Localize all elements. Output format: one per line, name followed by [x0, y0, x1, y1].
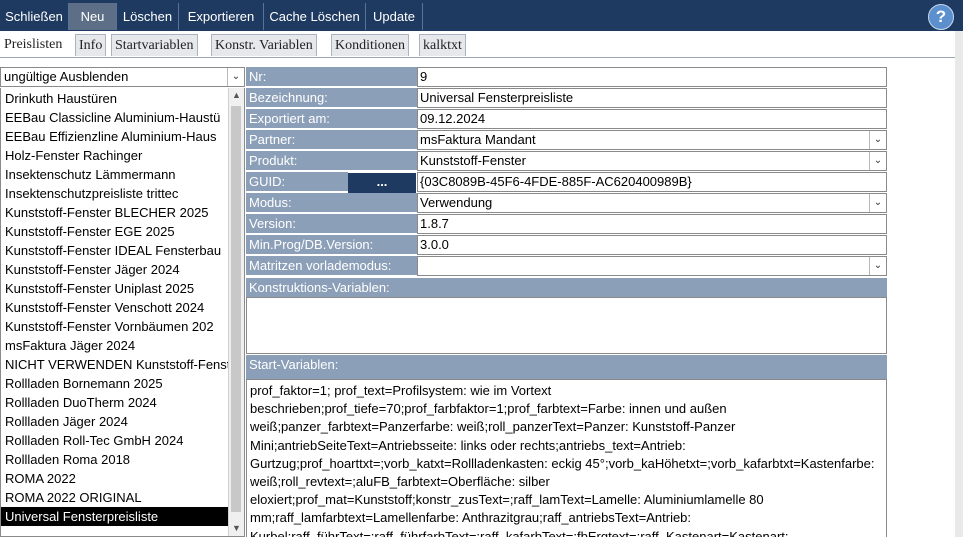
exportiert-field[interactable]: 09.12.2024 — [417, 109, 887, 129]
start-variablen-header: Start-Variablen: — [246, 355, 887, 379]
list-item[interactable]: Drinkuth Haustüren — [1, 89, 229, 108]
list-item[interactable]: Insektenschutz Lämmermann — [1, 165, 229, 184]
list-item[interactable]: Holz-Fenster Rachinger — [1, 146, 229, 165]
list-item[interactable]: ROMA 2022 ORIGINAL — [1, 488, 229, 507]
list-item[interactable]: ROMA 2022 — [1, 469, 229, 488]
tab-kalktxt[interactable]: kalktxt — [419, 34, 466, 56]
version-field[interactable]: 1.8.7 — [417, 214, 887, 234]
partner-label: Partner: — [246, 130, 417, 150]
modus-value: Verwendung — [420, 195, 493, 210]
list-item[interactable]: msFaktura Jäger 2024 — [1, 336, 229, 355]
filter-select[interactable]: ungültige Ausblenden ⌄ — [0, 67, 245, 87]
tab-info[interactable]: Info — [75, 34, 107, 56]
list-item[interactable]: Rollladen Jäger 2024 — [1, 412, 229, 431]
exportiert-label: Exportiert am: — [246, 109, 417, 129]
produkt-select[interactable]: Kunststoff-Fenster ⌄ — [417, 151, 887, 171]
tab-preislisten[interactable]: Preislisten — [0, 33, 67, 57]
close-button[interactable]: Schließen — [0, 3, 69, 30]
list-items: Drinkuth Haustüren EEBau Classicline Alum… — [1, 88, 244, 526]
version-label: Version: — [246, 214, 417, 234]
scroll-thumb[interactable] — [231, 106, 241, 512]
tab-konditionen[interactable]: Konditionen — [331, 34, 409, 56]
konstruktions-variablen-textarea[interactable] — [246, 297, 887, 354]
list-item[interactable]: Kunststoff-Fenster IDEAL Fensterbau — [1, 241, 229, 260]
toolbar: Schließen Neu Löschen Exportieren Cache … — [0, 0, 963, 31]
min-prog-label: Min.Prog/DB.Version: — [246, 235, 417, 255]
export-button[interactable]: Exportieren — [179, 3, 264, 30]
list-item[interactable]: Kunststoff-Fenster Vornbäumen 202 — [1, 317, 229, 336]
tab-startvariablen[interactable]: Startvariablen — [111, 34, 198, 56]
guid-field[interactable]: {03C8089B-45F6-4FDE-885F-AC620400989B} — [417, 172, 887, 192]
scroll-up-icon[interactable]: ▲ — [229, 88, 244, 103]
chevron-down-icon[interactable]: ⌄ — [869, 152, 886, 170]
matrizen-label: Matritzen vorlademodus: — [246, 256, 417, 276]
list-item[interactable]: Kunststoff-Fenster BLECHER 2025 — [1, 203, 229, 222]
clear-cache-button[interactable]: Cache Löschen — [264, 3, 366, 30]
list-item[interactable]: Rollladen Roma 2018 — [1, 450, 229, 469]
chevron-down-icon[interactable]: ⌄ — [227, 68, 244, 86]
nr-field[interactable]: 9 — [417, 67, 887, 87]
chevron-down-icon[interactable]: ⌄ — [869, 194, 886, 212]
list-scrollbar[interactable]: ▲ ▼ — [228, 88, 244, 536]
right-scrollbar-edge — [955, 31, 963, 537]
min-prog-field[interactable]: 3.0.0 — [417, 235, 887, 255]
matrizen-select[interactable]: ⌄ — [417, 256, 887, 276]
list-item[interactable]: Kunststoff-Fenster Jäger 2024 — [1, 260, 229, 279]
list-item[interactable]: Rollladen Bornemann 2025 — [1, 374, 229, 393]
tab-bar: Preislisten Info Startvariablen Konstr. … — [0, 31, 963, 58]
new-button[interactable]: Neu — [69, 3, 117, 30]
modus-label: Modus: — [246, 193, 417, 213]
list-item[interactable]: Kunststoff-Fenster Uniplast 2025 — [1, 279, 229, 298]
chevron-down-icon[interactable]: ⌄ — [869, 257, 886, 275]
nr-label: Nr: — [246, 67, 417, 87]
start-variablen-text: prof_faktor=1; prof_text=Profilsystem: w… — [250, 383, 875, 537]
list-item[interactable]: Kunststoff-Fenster Venschott 2024 — [1, 298, 229, 317]
start-variablen-textarea[interactable]: prof_faktor=1; prof_text=Profilsystem: w… — [246, 379, 887, 537]
partner-select[interactable]: msFaktura Mandant ⌄ — [417, 130, 887, 150]
chevron-down-icon[interactable]: ⌄ — [869, 131, 886, 149]
filter-value: ungültige Ausblenden — [4, 69, 129, 84]
bezeichnung-label: Bezeichnung: — [246, 88, 417, 108]
update-button[interactable]: Update — [366, 3, 423, 30]
list-item[interactable]: Rollladen Roll-Tec GmbH 2024 — [1, 431, 229, 450]
price-list[interactable]: Drinkuth Haustüren EEBau Classicline Alum… — [0, 88, 245, 537]
modus-select[interactable]: Verwendung ⌄ — [417, 193, 887, 213]
list-item[interactable]: NICHT VERWENDEN Kunststoff-Fenst — [1, 355, 229, 374]
tab-konstr-variablen[interactable]: Konstr. Variablen — [211, 34, 317, 56]
list-item[interactable]: Rollladen DuoTherm 2024 — [1, 393, 229, 412]
help-icon[interactable]: ? — [928, 4, 954, 30]
konstruktions-variablen-header: Konstruktions-Variablen: — [246, 278, 887, 298]
list-item[interactable]: EEBau Effizienzline Aluminium-Haus — [1, 127, 229, 146]
partner-value: msFaktura Mandant — [420, 132, 536, 147]
produkt-value: Kunststoff-Fenster — [420, 153, 526, 168]
generate-guid-button[interactable]: ... — [348, 173, 416, 193]
scroll-down-icon[interactable]: ▼ — [229, 521, 244, 536]
list-item[interactable]: EEBau Classicline Aluminium-Haustü — [1, 108, 229, 127]
list-item[interactable]: Kunststoff-Fenster EGE 2025 — [1, 222, 229, 241]
list-item[interactable]: Universal Fensterpreisliste — [1, 507, 229, 526]
bezeichnung-field[interactable]: Universal Fensterpreisliste — [417, 88, 887, 108]
guid-label: GUID: — [246, 172, 348, 192]
delete-button[interactable]: Löschen — [117, 3, 179, 30]
list-item[interactable]: Insektenschutzpreisliste trittec — [1, 184, 229, 203]
produkt-label: Produkt: — [246, 151, 417, 171]
